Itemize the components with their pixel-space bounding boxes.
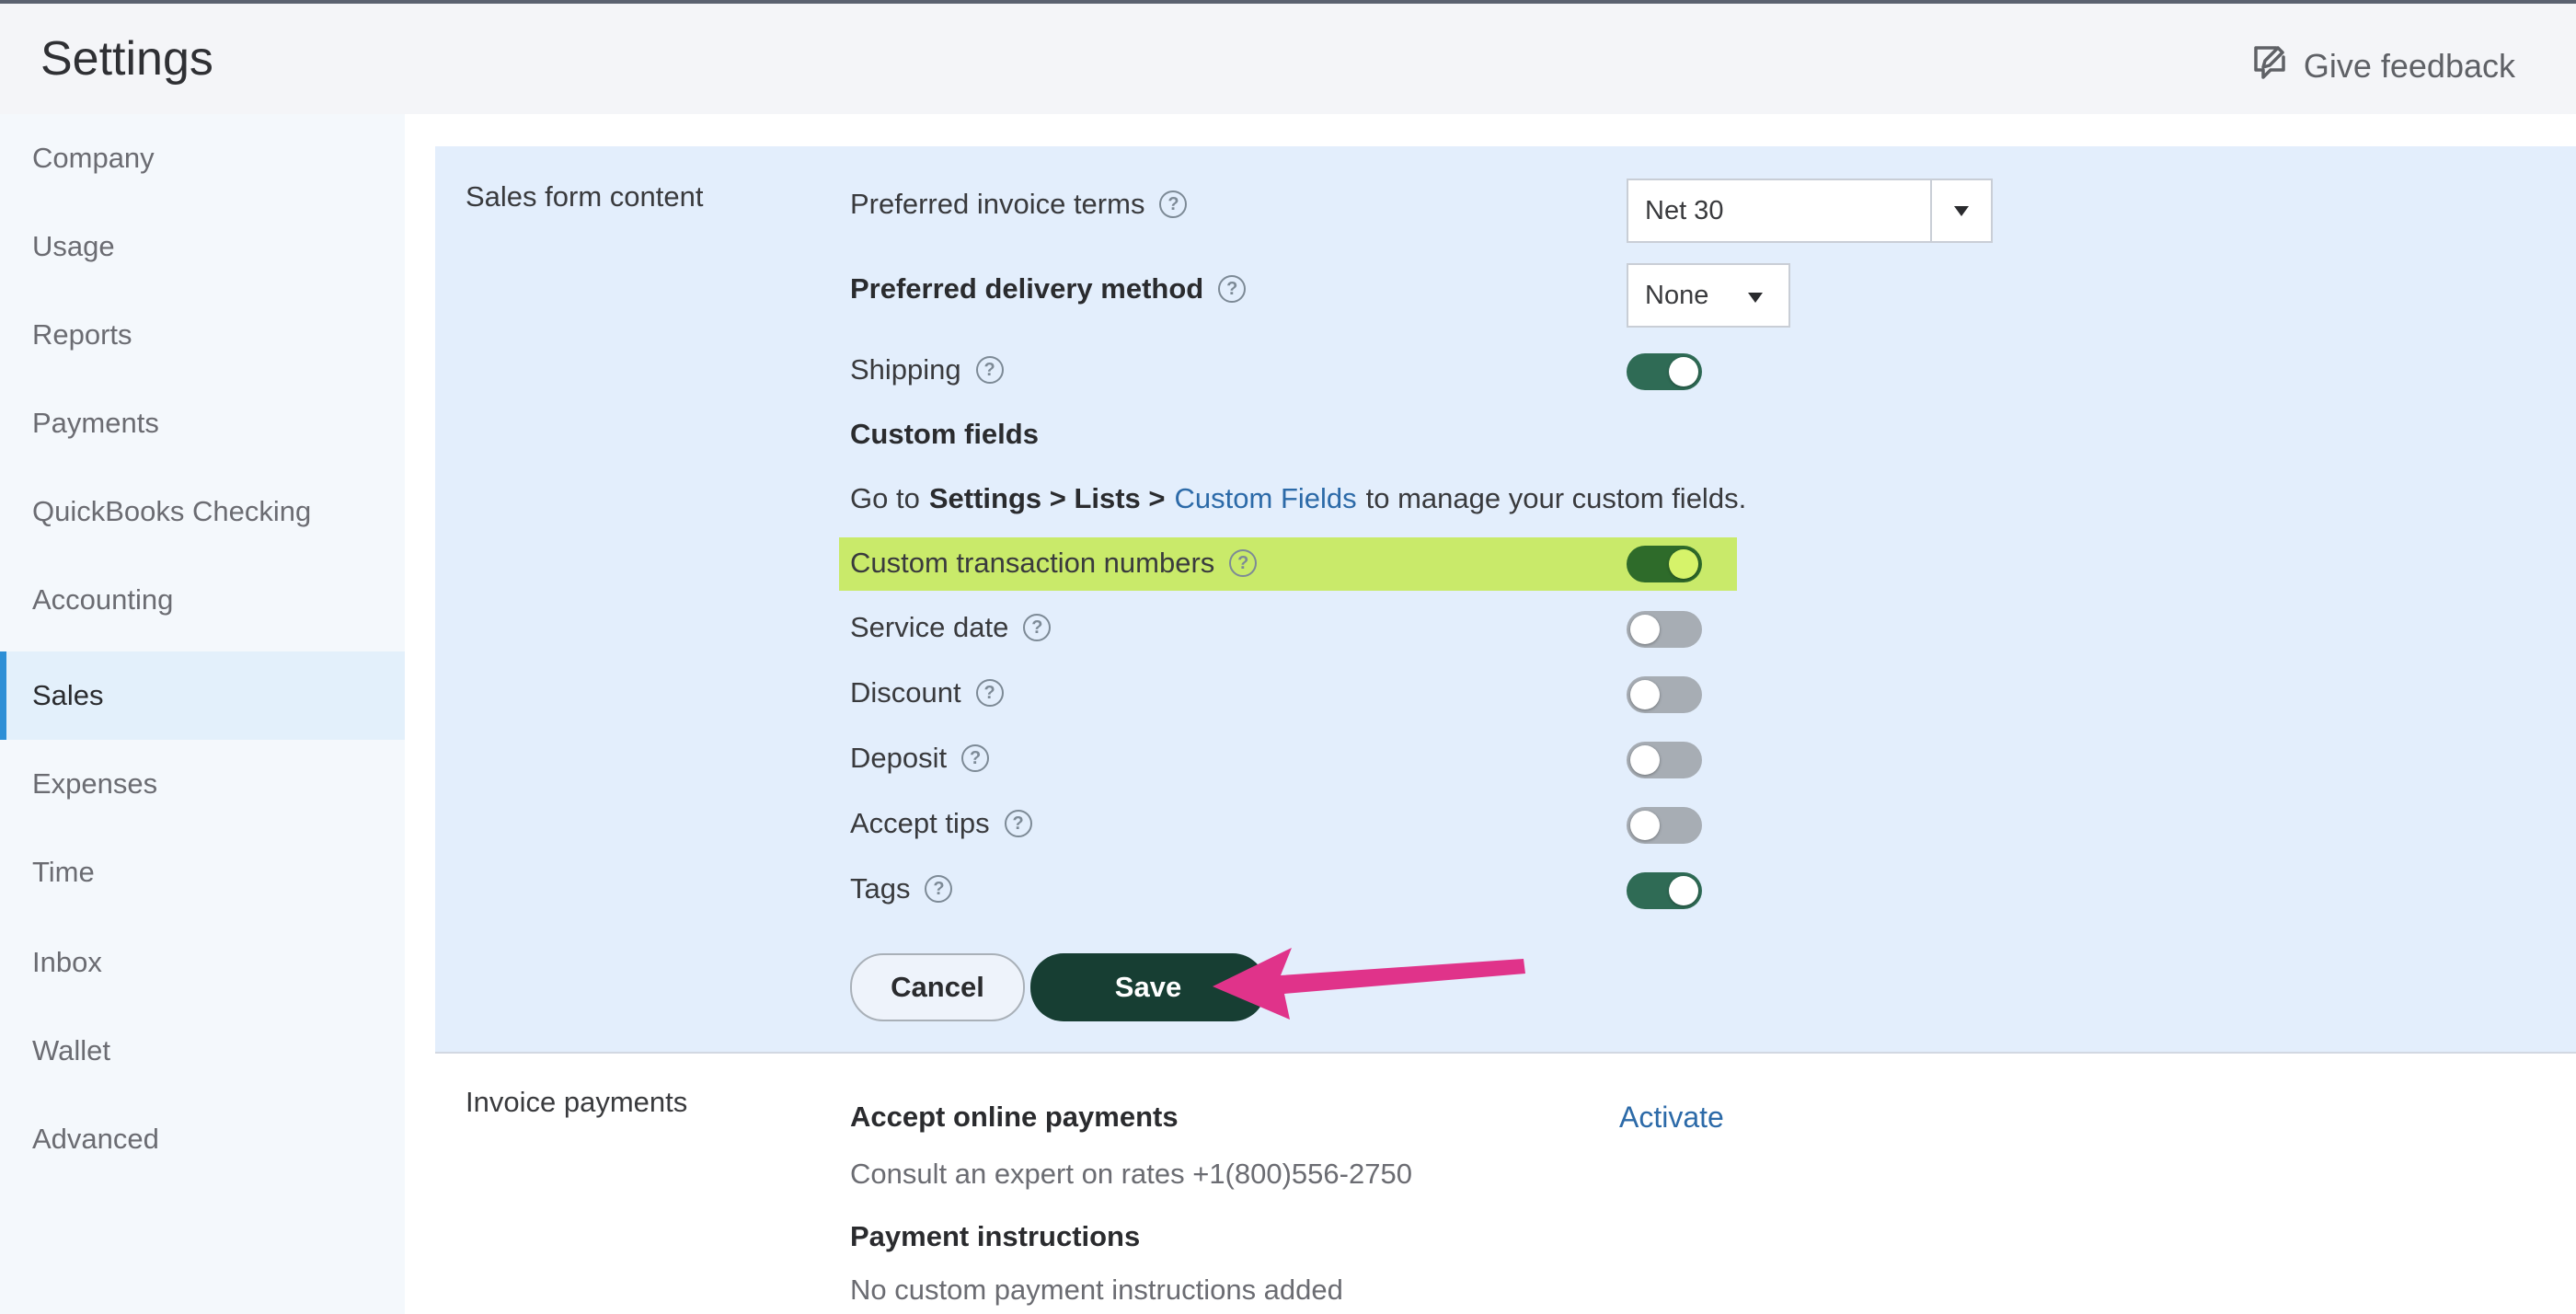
consult-expert-text: Consult an expert on rates +1(800)556-27…: [850, 1158, 1412, 1190]
give-feedback-button[interactable]: Give feedback: [2248, 40, 2515, 91]
sidebar-item-label: Payments: [32, 407, 159, 439]
discount-row: Discount ?: [850, 676, 1004, 709]
sidebar-item-time[interactable]: Time: [0, 828, 405, 916]
help-icon[interactable]: ?: [1218, 275, 1247, 303]
custom-fields-heading: Custom fields: [850, 418, 1039, 450]
sidebar-item-payments[interactable]: Payments: [0, 379, 405, 467]
custom-transaction-numbers-label: Custom transaction numbers: [850, 547, 1215, 579]
page-title: Settings: [40, 32, 213, 86]
invoice-terms-select[interactable]: Net 30: [1627, 179, 1993, 243]
activate-link[interactable]: Activate: [1619, 1101, 1724, 1135]
settings-main: [405, 114, 2576, 1314]
deposit-toggle[interactable]: [1627, 742, 1702, 778]
invoice-terms-row: Preferred invoice terms ?: [850, 188, 1188, 221]
sidebar-item-reports[interactable]: Reports: [0, 291, 405, 379]
shipping-row: Shipping ?: [850, 353, 1004, 386]
accept-tips-row: Accept tips ?: [850, 807, 1032, 840]
custom-transaction-numbers-row: Custom transaction numbers ?: [850, 547, 1258, 580]
deposit-row: Deposit ?: [850, 742, 990, 775]
accept-online-payments-heading: Accept online payments: [850, 1101, 1179, 1133]
delivery-method-label: Preferred delivery method: [850, 272, 1204, 305]
sidebar-item-label: Advanced: [32, 1123, 159, 1155]
shipping-toggle[interactable]: [1627, 353, 1702, 390]
payment-instructions-text: No custom payment instructions added: [850, 1274, 1343, 1306]
sidebar-item-usage[interactable]: Usage: [0, 202, 405, 291]
deposit-label: Deposit: [850, 742, 948, 774]
invoice-payments-title: Invoice payments: [466, 1086, 688, 1118]
sales-form-content-title: Sales form content: [466, 180, 704, 213]
custom-fields-instructions: Go to Settings > Lists > Custom Fields t…: [850, 482, 1746, 515]
sidebar-item-label: Sales: [32, 679, 104, 711]
chevron-down-icon[interactable]: [1930, 180, 1991, 241]
tags-label: Tags: [850, 872, 911, 905]
sidebar-item-advanced[interactable]: Advanced: [0, 1095, 405, 1183]
service-date-label: Service date: [850, 611, 1009, 643]
service-date-row: Service date ?: [850, 611, 1052, 644]
tags-row: Tags ?: [850, 872, 953, 905]
help-icon[interactable]: ?: [975, 356, 1004, 384]
help-icon[interactable]: ?: [1229, 549, 1258, 577]
payment-instructions-heading: Payment instructions: [850, 1220, 1141, 1252]
sidebar-item-label: QuickBooks Checking: [32, 495, 312, 527]
custom-transaction-numbers-toggle[interactable]: [1627, 546, 1702, 582]
goto-path: Settings > Lists >: [928, 482, 1166, 514]
sidebar-item-label: Time: [32, 856, 95, 888]
discount-label: Discount: [850, 676, 961, 709]
goto-prefix: Go to: [850, 482, 920, 514]
discount-toggle[interactable]: [1627, 676, 1702, 713]
service-date-toggle[interactable]: [1627, 611, 1702, 648]
sidebar-item-label: Company: [32, 142, 155, 174]
sidebar-item-inbox[interactable]: Inbox: [0, 918, 405, 1007]
help-icon[interactable]: ?: [961, 744, 990, 772]
custom-fields-link[interactable]: Custom Fields: [1175, 482, 1357, 515]
sidebar-item-label: Expenses: [32, 767, 158, 800]
page-header: Settings Give feedback: [0, 4, 2576, 114]
invoice-terms-label: Preferred invoice terms: [850, 188, 1145, 220]
sidebar-item-label: Inbox: [32, 946, 102, 978]
sidebar-item-quickbooks-checking[interactable]: QuickBooks Checking: [0, 467, 405, 556]
delivery-method-value: None: [1645, 280, 1709, 310]
delivery-method-row: Preferred delivery method ?: [850, 272, 1247, 305]
help-icon[interactable]: ?: [1159, 190, 1188, 218]
save-button[interactable]: Save: [1030, 953, 1266, 1021]
sidebar-item-expenses[interactable]: Expenses: [0, 740, 405, 828]
help-icon[interactable]: ?: [1023, 614, 1052, 641]
sidebar-item-label: Accounting: [32, 583, 174, 616]
feedback-icon: [2248, 40, 2291, 91]
accept-tips-label: Accept tips: [850, 807, 990, 839]
cancel-button[interactable]: Cancel: [850, 953, 1025, 1021]
chevron-down-icon: [1748, 293, 1763, 303]
delivery-method-select[interactable]: None: [1627, 263, 1790, 328]
help-icon[interactable]: ?: [1004, 810, 1032, 837]
tags-toggle[interactable]: [1627, 872, 1702, 909]
sidebar-item-sales[interactable]: Sales: [0, 651, 405, 740]
help-icon[interactable]: ?: [925, 875, 953, 903]
shipping-label: Shipping: [850, 353, 961, 386]
sidebar-item-label: Reports: [32, 318, 132, 351]
goto-suffix: to manage your custom fields.: [1365, 482, 1747, 514]
sidebar-item-label: Wallet: [32, 1034, 110, 1066]
sidebar-item-company[interactable]: Company: [0, 114, 405, 202]
help-icon[interactable]: ?: [975, 679, 1004, 707]
settings-sidebar: Company Usage Reports Payments QuickBook…: [0, 114, 405, 1314]
sidebar-item-wallet[interactable]: Wallet: [0, 1007, 405, 1095]
sidebar-item-accounting[interactable]: Accounting: [0, 556, 405, 644]
invoice-terms-value: Net 30: [1645, 195, 1724, 225]
give-feedback-label: Give feedback: [2303, 46, 2515, 85]
sales-form-content-panel: [435, 146, 2576, 1054]
sidebar-item-label: Usage: [32, 230, 115, 262]
accept-tips-toggle[interactable]: [1627, 807, 1702, 844]
